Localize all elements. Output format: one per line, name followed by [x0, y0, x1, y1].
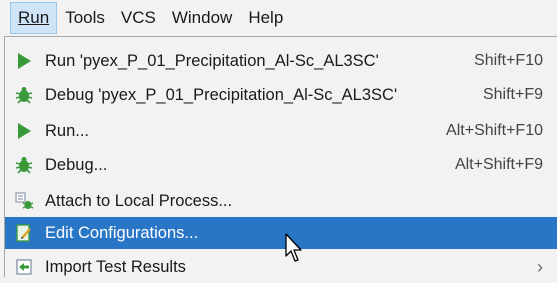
menu-item-shortcut: Alt+Shift+F9 — [454, 156, 543, 173]
menu-item-label: Import Test Results — [45, 257, 186, 276]
menu-help-label: Help — [248, 8, 284, 27]
menu-window-label: Window — [171, 8, 233, 27]
chevron-right-icon: › — [537, 256, 543, 277]
run-dropdown-menu: Run 'pyex_P_01_Precipitation_Al-Sc_AL3SC… — [4, 36, 557, 277]
menu-item-label: Attach to Local Process... — [45, 191, 233, 210]
menu-run[interactable]: Run — [10, 2, 58, 34]
menu-item-import-test-results[interactable]: Import Test Results › — [5, 251, 557, 283]
menu-item-run-config[interactable]: Run 'pyex_P_01_Precipitation_Al-Sc_AL3SC… — [5, 45, 557, 77]
menu-item-edit-configurations[interactable]: Edit Configurations... — [5, 217, 557, 249]
debug-icon — [13, 154, 35, 176]
run-icon — [13, 50, 35, 72]
menu-item-shortcut: Shift+F9 — [482, 86, 543, 103]
import-icon — [13, 256, 35, 278]
menu-vcs-label: VCS — [120, 8, 156, 27]
menu-item-label: Run... — [45, 121, 90, 140]
run-icon — [13, 120, 35, 142]
mouse-cursor-icon — [285, 233, 302, 262]
menu-bar: Run Tools VCS Window Help — [0, 0, 557, 36]
menu-item-label: Debug... — [45, 155, 108, 174]
menu-item-label: Run 'pyex_P_01_Precipitation_Al-Sc_AL3SC… — [45, 51, 379, 70]
menu-item-attach-process[interactable]: Attach to Local Process... — [5, 185, 557, 217]
menu-window[interactable]: Window — [164, 0, 240, 36]
menu-item-run-ellipsis[interactable]: Run... Alt+Shift+F10 — [5, 115, 557, 147]
menu-run-label: Run — [18, 8, 50, 27]
menu-item-debug-ellipsis[interactable]: Debug... Alt+Shift+F9 — [5, 149, 557, 181]
debug-icon — [13, 84, 35, 106]
edit-config-icon — [13, 222, 35, 244]
attach-process-icon — [13, 190, 35, 212]
menu-item-shortcut: Shift+F10 — [474, 52, 543, 69]
menu-tools[interactable]: Tools — [57, 0, 113, 36]
menu-item-label: Debug 'pyex_P_01_Precipitation_Al-Sc_AL3… — [45, 85, 398, 104]
menu-tools-label: Tools — [65, 8, 105, 27]
menu-vcs[interactable]: VCS — [113, 0, 164, 36]
menu-item-label: Edit Configurations... — [45, 223, 199, 242]
menu-help[interactable]: Help — [240, 0, 291, 36]
menu-item-shortcut: Alt+Shift+F10 — [446, 122, 543, 139]
menu-item-debug-config[interactable]: Debug 'pyex_P_01_Precipitation_Al-Sc_AL3… — [5, 79, 557, 111]
